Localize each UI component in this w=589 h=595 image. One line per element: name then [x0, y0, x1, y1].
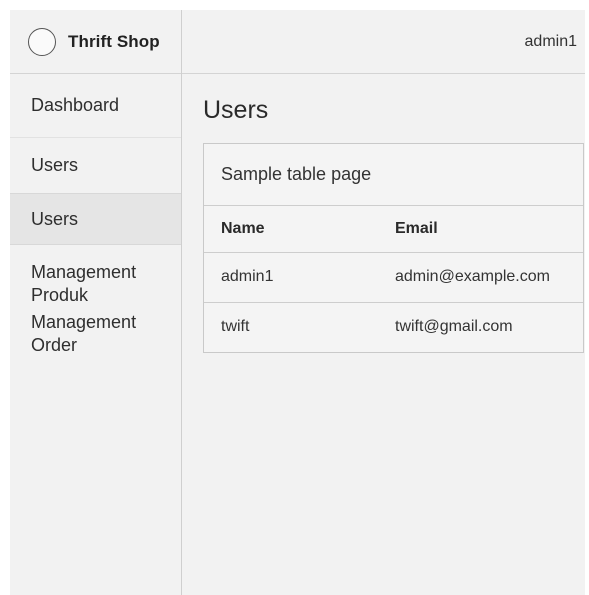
- sidebar: Thrift Shop Dashboard Users Users Manage…: [10, 10, 182, 595]
- app-window: Thrift Shop Dashboard Users Users Manage…: [10, 10, 585, 595]
- sidebar-nav: Dashboard Users Users Management Produk …: [10, 74, 181, 363]
- page-title: Users: [203, 96, 269, 124]
- brand[interactable]: Thrift Shop: [10, 10, 181, 74]
- cell-name: admin1: [221, 268, 274, 285]
- card-title: Sample table page: [204, 144, 583, 206]
- brand-logo-icon: [28, 27, 56, 56]
- main-content: Users Sample table page Name Email admin…: [182, 74, 585, 595]
- table-header-row: Name Email: [204, 206, 583, 252]
- sidebar-item-users[interactable]: Users: [10, 138, 181, 193]
- sidebar-item-users-active[interactable]: Users: [10, 193, 181, 245]
- table-row[interactable]: twift twift@gmail.com: [204, 302, 583, 352]
- top-bar: admin1: [182, 10, 585, 74]
- table-row[interactable]: admin1 admin@example.com: [204, 252, 583, 302]
- current-user-label[interactable]: admin1: [525, 33, 577, 51]
- brand-name: Thrift Shop: [68, 31, 160, 51]
- column-header-name[interactable]: Name: [204, 206, 378, 252]
- users-card: Sample table page Name Email admin1 admi…: [203, 143, 584, 353]
- cell-email: admin@example.com: [395, 268, 550, 285]
- sidebar-item-dashboard[interactable]: Dashboard: [10, 74, 181, 138]
- cell-name: twift: [221, 318, 250, 336]
- cell-email: twift@gmail.com: [395, 318, 513, 336]
- users-table: Name Email admin1 admin@example.com twif…: [204, 206, 583, 352]
- column-header-email[interactable]: Email: [378, 206, 583, 252]
- sidebar-item-management-order[interactable]: Management Order: [10, 307, 160, 363]
- sidebar-item-management-produk[interactable]: Management Produk: [10, 245, 160, 307]
